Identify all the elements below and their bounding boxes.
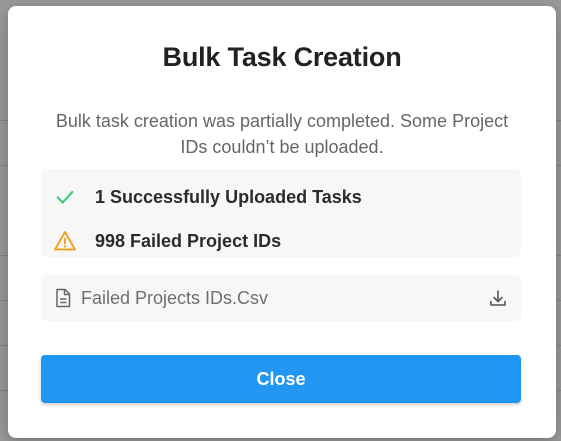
file-name: Failed Projects IDs.Csv	[81, 287, 269, 308]
failed-ids-file-attachment: Failed Projects IDs.Csv	[41, 275, 521, 321]
warning-icon	[53, 229, 77, 253]
upload-results-summary: 1 Successfully Uploaded Tasks 998 Failed…	[41, 169, 521, 257]
failed-count-text: 998 Failed Project IDs	[95, 230, 282, 251]
dialog-title: Bulk Task Creation	[162, 42, 402, 72]
success-result-row: 1 Successfully Uploaded Tasks	[41, 182, 521, 212]
download-icon[interactable]	[487, 287, 509, 309]
check-icon	[53, 185, 77, 209]
failed-result-row: 998 Failed Project IDs	[41, 226, 521, 256]
dialog-description: Bulk task creation was partially complet…	[55, 111, 509, 157]
success-count-text: 1 Successfully Uploaded Tasks	[95, 186, 362, 207]
close-button[interactable]: Close	[41, 355, 521, 403]
file-icon	[53, 288, 73, 308]
bulk-task-creation-dialog: Bulk Task Creation Bulk task creation wa…	[8, 6, 556, 438]
